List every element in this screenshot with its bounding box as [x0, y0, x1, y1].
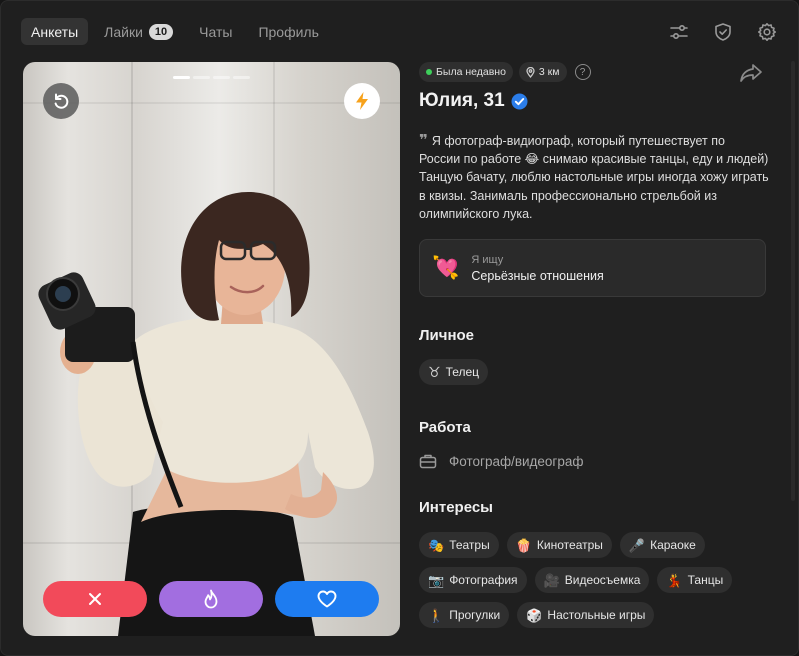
heart-icon — [317, 590, 337, 608]
looking-for-value: Серьёзные отношения — [471, 268, 604, 283]
tab-chats[interactable]: Чаты — [189, 18, 242, 45]
online-dot — [426, 69, 432, 75]
work-value: Фотограф/видеограф — [449, 453, 584, 469]
interest-pill: 🎤 Караоке — [619, 532, 705, 559]
close-icon — [89, 593, 101, 605]
zodiac-label: Телец — [445, 365, 480, 380]
interest-label: Видеосъемка — [564, 573, 641, 588]
zodiac-pill: ♉ Телец — [419, 359, 489, 386]
interest-pill: 🎥 Видеосъемка — [534, 567, 650, 594]
boost-button[interactable] — [344, 83, 380, 119]
profile-name: Юлия, 31 — [419, 90, 505, 111]
photo-progress-segment — [173, 76, 190, 79]
likes-count-badge: 10 — [148, 23, 174, 40]
interest-pill: 🎲 Настольные игры — [517, 602, 655, 629]
heart-arrow-icon: 💘 — [432, 255, 460, 281]
taurus-icon: ♉ — [428, 363, 441, 380]
work-row: Фотограф/видеограф — [419, 453, 769, 469]
online-status-chip: Была недавно — [419, 62, 513, 82]
superlike-button[interactable] — [159, 581, 263, 617]
flame-icon — [204, 589, 218, 609]
swipe-actions — [43, 581, 379, 617]
bio-line-1: Я фотограф-видиограф, который путешеству… — [419, 134, 769, 167]
tab-profile[interactable]: Профиль — [248, 18, 328, 45]
tab-label: Анкеты — [31, 23, 79, 40]
share-button[interactable] — [739, 63, 763, 88]
status-row: Была недавно 3 км ? — [419, 62, 769, 82]
work-section-title: Работа — [419, 419, 471, 437]
verified-icon — [511, 93, 528, 109]
quote-icon: ❞ — [419, 132, 428, 149]
profile-info: Была недавно 3 км ? Юлия, 31 ❞ Я фотогра… — [419, 62, 769, 629]
microphone-icon: 🎤 — [628, 537, 646, 553]
lightning-icon — [356, 92, 368, 110]
sliders-icon[interactable] — [666, 19, 692, 45]
looking-for-label: Я ищу — [471, 253, 504, 266]
online-status-text: Была недавно — [436, 66, 506, 78]
app-window: Анкеты Лайки 10 Чаты Профиль Была недавн… — [0, 0, 799, 656]
interest-pill: 🚶 Прогулки — [419, 602, 510, 629]
photo-progress — [173, 76, 250, 79]
interest-label: Прогулки — [449, 608, 501, 623]
bio-line-2: Танцую бачату, люблю настольные игры ино… — [419, 170, 769, 221]
location-pin-icon — [526, 66, 535, 78]
scrollbar[interactable] — [791, 61, 795, 501]
interest-label: Настольные игры — [547, 608, 646, 623]
interests-section-title: Интересы — [419, 499, 493, 517]
photo-progress-segment — [233, 76, 250, 79]
profile-bio: ❞ Я фотограф-видиограф, который путешеств… — [419, 132, 769, 223]
top-actions — [666, 19, 780, 45]
interest-label: Караоке — [650, 538, 696, 553]
top-bar: Анкеты Лайки 10 Чаты Профиль — [1, 1, 798, 61]
tab-label: Профиль — [258, 23, 319, 40]
like-button[interactable] — [275, 581, 379, 617]
interest-label: Фотография — [449, 573, 518, 588]
profile-photo-card[interactable] — [23, 62, 400, 636]
camera-icon: 📷 — [428, 572, 445, 588]
interests-list: 🎭 Театры 🍿 Кинотеатры 🎤 Караоке 📷 Фотография… — [419, 532, 769, 629]
dice-icon: 🎲 — [526, 607, 543, 623]
interest-label: Танцы — [687, 573, 724, 588]
photo-progress-segment — [193, 76, 210, 79]
undo-icon — [54, 93, 69, 109]
tab-profiles[interactable]: Анкеты — [21, 18, 89, 45]
interest-pill: 💃 Танцы — [657, 567, 733, 594]
looking-for-card: 💘 Я ищу Серьёзные отношения — [419, 239, 766, 298]
help-icon[interactable]: ? — [574, 64, 591, 80]
name-row: Юлия, 31 — [419, 90, 769, 112]
theater-icon: 🎭 — [428, 537, 445, 553]
personal-section: ♉ Телец — [419, 359, 769, 386]
distance-chip: 3 км — [518, 62, 567, 82]
gear-icon[interactable] — [754, 19, 780, 45]
interest-pill: 🍿 Кинотеатры — [506, 532, 612, 559]
distance-text: 3 км — [538, 66, 560, 78]
shield-check-icon[interactable] — [710, 19, 736, 45]
profile-photo — [38, 191, 374, 636]
main-tabs: Анкеты Лайки 10 Чаты Профиль — [21, 18, 329, 45]
interest-pill: 🎭 Театры — [419, 532, 499, 559]
popcorn-icon: 🍿 — [515, 537, 532, 553]
interest-label: Кинотеатры — [536, 538, 603, 553]
tab-label: Чаты — [199, 23, 233, 40]
interest-pill: 📷 Фотография — [419, 567, 527, 594]
video-camera-icon: 🎥 — [543, 572, 560, 588]
tab-label: Лайки — [104, 23, 143, 40]
photo-progress-segment — [213, 76, 230, 79]
dancer-icon: 💃 — [666, 572, 683, 588]
walking-icon: 🚶 — [428, 607, 445, 623]
personal-section-title: Личное — [419, 327, 475, 345]
tab-likes[interactable]: Лайки 10 — [94, 18, 183, 45]
interest-label: Театры — [449, 538, 490, 553]
undo-button[interactable] — [43, 83, 79, 119]
share-icon — [740, 64, 762, 82]
dislike-button[interactable] — [43, 581, 147, 617]
briefcase-icon — [419, 454, 437, 469]
